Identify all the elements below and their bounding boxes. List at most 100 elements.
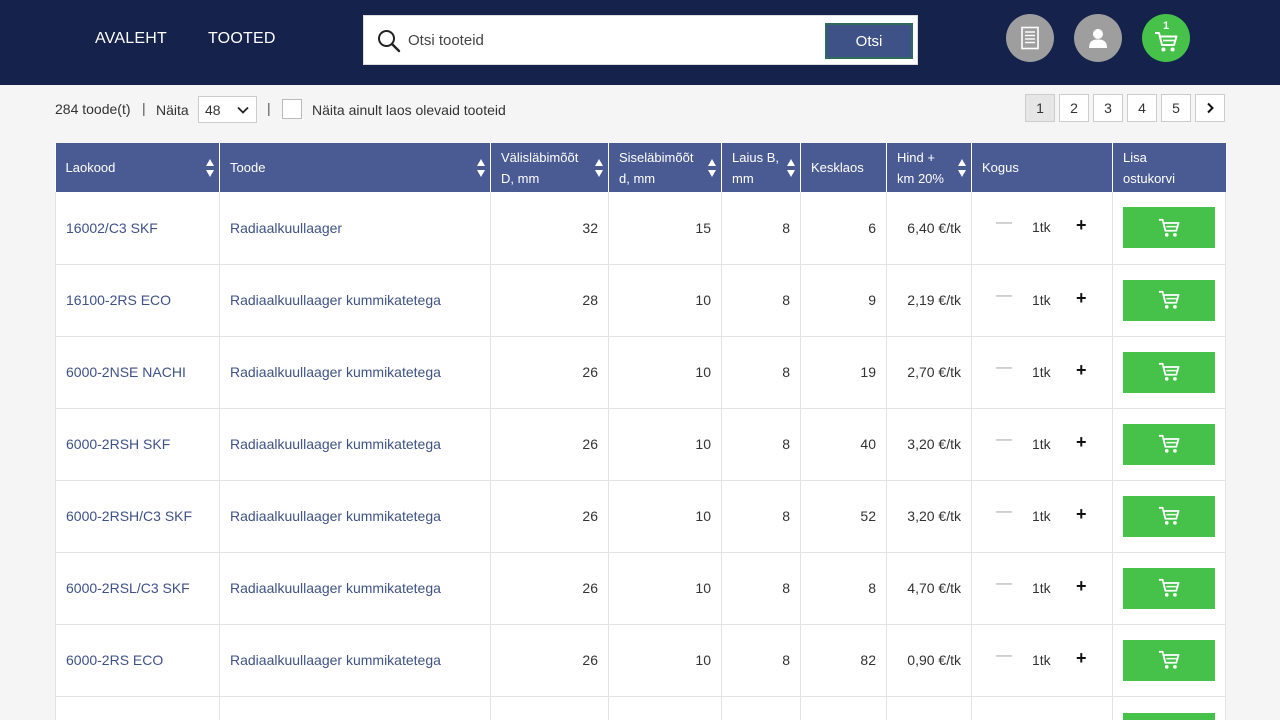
column-header-label: Kogus (982, 160, 1019, 175)
per-page-label: Näita (156, 102, 189, 118)
inner-diameter-value: 10 (609, 264, 722, 336)
add-to-cart-cell (1113, 408, 1226, 480)
shopping-cart-button[interactable]: 1 (1142, 14, 1190, 62)
quantity-decrease-button[interactable]: — (996, 431, 1006, 453)
nav-link-home[interactable]: AVALEHT (95, 30, 167, 48)
listing-toolbar: 284 toode(t) | Näita 48 | Näita ainult l… (55, 96, 1225, 124)
column-header-price[interactable]: Hind +km 20% (887, 143, 972, 192)
user-icon (1087, 27, 1109, 49)
product-code-link[interactable]: 6000-2NSE NACHI (56, 336, 220, 408)
quantity-decrease-button[interactable]: — (996, 359, 1006, 381)
quantity-stepper: — 1tk + (972, 552, 1113, 624)
quantity-increase-button[interactable]: + (1076, 577, 1087, 595)
quantity-stepper: — 1tk + (972, 264, 1113, 336)
product-code-link[interactable]: 6000-2RSL/C3 SKF (56, 552, 220, 624)
product-name-link[interactable]: Radiaalkuullaager kummikatetega (220, 480, 491, 552)
inner-diameter-value: 15 (609, 192, 722, 264)
outer-diameter-value: 26 (491, 480, 609, 552)
quantity-increase-button[interactable]: + (1076, 216, 1087, 234)
inner-diameter-value: 10 (609, 408, 722, 480)
in-stock-only-checkbox[interactable] (282, 99, 302, 119)
quantity-decrease-button[interactable]: — (996, 503, 1006, 525)
add-to-cart-button[interactable] (1123, 713, 1215, 720)
product-code-link[interactable]: 16100-2RS ECO (56, 264, 220, 336)
stock-value: 82 (801, 624, 887, 696)
table-row: 6000-2RS ECORadiaalkuullaager kummikatet… (56, 624, 1226, 696)
add-to-cart-button[interactable] (1123, 352, 1215, 393)
product-code-link[interactable]: 6000-2RSH/C3 SKF (56, 480, 220, 552)
price-value: 3,20 €/tk (887, 408, 972, 480)
sort-arrows-icon (595, 157, 603, 179)
quantity-increase-button[interactable]: + (1076, 649, 1087, 667)
quantity-increase-button[interactable]: + (1076, 505, 1087, 523)
column-header-code[interactable]: Laokood (56, 143, 220, 192)
shopping-cart-icon (1154, 31, 1178, 53)
column-header-label: Kesklaos (811, 160, 864, 175)
add-to-cart-button[interactable] (1123, 568, 1215, 609)
sort-arrows-icon (708, 157, 716, 179)
nav-link-products[interactable]: TOOTED (208, 30, 276, 48)
add-to-cart-icon (1158, 290, 1180, 310)
column-header-unit: d, mm (619, 171, 655, 186)
add-to-cart-button[interactable] (1123, 640, 1215, 681)
page-button-3[interactable]: 3 (1093, 94, 1123, 122)
column-header-width[interactable]: Laius B,mm (722, 143, 801, 192)
product-name-link[interactable]: Radiaalkuullaager (220, 192, 491, 264)
outer-diameter-value: 26 (491, 408, 609, 480)
product-name-link[interactable]: Radiaalkuullaager kummikatetega (220, 336, 491, 408)
add-to-cart-button[interactable] (1123, 496, 1215, 537)
next-page-button[interactable] (1195, 94, 1225, 122)
user-account-button[interactable] (1074, 14, 1122, 62)
quantity-increase-button[interactable]: + (1076, 361, 1087, 379)
sort-arrows-icon (477, 157, 485, 179)
quantity-stepper: —1tk+ (972, 480, 1113, 552)
quantity-decrease-button[interactable]: — (996, 647, 1006, 669)
document-list-button[interactable] (1006, 14, 1054, 62)
quantity-value: 1tk (1032, 292, 1051, 308)
per-page-select[interactable]: 48 (198, 96, 257, 123)
stock-value: 19 (801, 336, 887, 408)
page-button-5[interactable]: 5 (1161, 94, 1191, 122)
search-button[interactable]: Otsi (825, 23, 913, 59)
product-name-link[interactable]: Radiaalkuullaager kummikatetega (220, 264, 491, 336)
page-button-1[interactable]: 1 (1025, 94, 1055, 122)
product-name-link[interactable]: Radiaalkuullaager kummikatetega (220, 552, 491, 624)
column-header-inner-diameter[interactable]: Siseläbimõõt d, mm (609, 143, 722, 192)
column-header-label: Välisläbimõõt (501, 150, 578, 165)
column-header-label: Lisa (1123, 150, 1147, 165)
search-icon (376, 28, 402, 54)
quantity-increase-button[interactable]: + (1076, 289, 1087, 307)
column-header-outer-diameter[interactable]: VälisläbimõõtD, mm (491, 143, 609, 192)
width-value: 8 (722, 264, 801, 336)
column-header-label: Siseläbimõõt (619, 150, 693, 165)
column-header-label: Laokood (66, 160, 116, 175)
width-value: 8 (722, 408, 801, 480)
quantity-decrease-button[interactable]: — (996, 214, 1006, 236)
add-to-cart-button[interactable] (1123, 207, 1215, 248)
quantity-decrease-button[interactable]: — (996, 575, 1006, 597)
product-code-link[interactable]: 6000-2RSH SKF (56, 408, 220, 480)
column-header-label: Toode (230, 160, 265, 175)
product-code-link[interactable]: 6000-2RS ECO (56, 624, 220, 696)
quantity-stepper: —1tk+ (972, 192, 1113, 264)
quantity-decrease-button[interactable]: — (996, 287, 1006, 309)
add-to-cart-cell (1113, 480, 1226, 552)
column-header-product[interactable]: Toode (220, 143, 491, 192)
quantity-increase-button[interactable]: + (1076, 433, 1087, 451)
product-name-link[interactable]: Radiaalkuullaager kummikatetega (220, 408, 491, 480)
inner-diameter-value: 10 (609, 624, 722, 696)
width-value: 8 (722, 336, 801, 408)
product-code-link[interactable]: 16002/C3 SKF (56, 192, 220, 264)
add-to-cart-cell (1113, 336, 1226, 408)
table-header-row: Laokood Toode VälisläbimõõtD, mm Siseläb… (56, 143, 1226, 192)
document-list-icon (1020, 26, 1040, 50)
search-input[interactable] (408, 25, 778, 55)
add-to-cart-button[interactable] (1123, 280, 1215, 321)
width-value: 8 (722, 192, 801, 264)
add-to-cart-button[interactable] (1123, 424, 1215, 465)
inner-diameter-value: 10 (609, 552, 722, 624)
page-button-2[interactable]: 2 (1059, 94, 1089, 122)
product-name-link[interactable]: Radiaalkuullaager kummikatetega (220, 624, 491, 696)
page-button-4[interactable]: 4 (1127, 94, 1157, 122)
quantity-value: 1tk (1032, 580, 1051, 596)
